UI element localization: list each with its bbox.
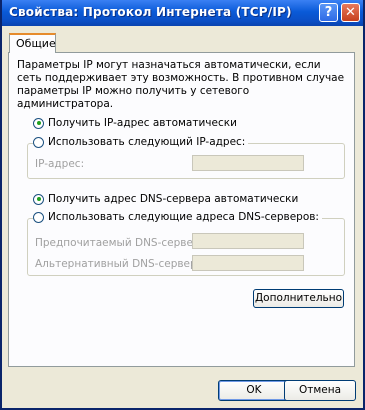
preferred-dns-label: Предпочитаемый DNS-сервер:: [35, 237, 204, 249]
ok-button[interactable]: OK: [218, 380, 290, 401]
radio-dns-auto-label: Получить адрес DNS-сервера автоматически: [48, 193, 299, 205]
cancel-button[interactable]: Отмена: [284, 380, 356, 401]
advanced-button[interactable]: Дополнительно: [253, 289, 344, 308]
description-text: Параметры IP могут назначаться автоматич…: [17, 59, 345, 110]
radio-ip-manual-label: Использовать следующий IP-адрес:: [48, 136, 246, 148]
help-icon: ?: [324, 5, 333, 20]
alternate-dns-label: Альтернативный DNS-сервер:: [35, 258, 201, 270]
help-button[interactable]: ?: [319, 3, 338, 22]
radio-dns-auto[interactable]: Получить адрес DNS-сервера автоматически: [33, 193, 298, 205]
alternate-dns-field: [192, 255, 304, 271]
ip-address-field: [192, 155, 304, 171]
radio-ip-auto-label: Получить IP-адрес автоматически: [48, 117, 237, 129]
radio-ip-auto[interactable]: Получить IP-адрес автоматически: [33, 117, 237, 129]
window-title: Свойства: Протокол Интернета (TCP/IP): [9, 5, 292, 19]
radio-ip-manual-indicator[interactable]: [33, 136, 44, 148]
tab-general[interactable]: Общие: [9, 33, 56, 53]
radio-dns-manual[interactable]: Использовать следующие адреса DNS-сервер…: [33, 211, 322, 223]
radio-dns-manual-label: Использовать следующие адреса DNS-сервер…: [48, 211, 319, 223]
close-button[interactable]: ✕: [341, 3, 360, 22]
radio-dns-manual-indicator[interactable]: [33, 211, 44, 223]
preferred-dns-field: [192, 233, 304, 249]
close-icon: ✕: [345, 5, 356, 20]
ip-address-label: IP-адрес:: [35, 158, 85, 170]
radio-ip-auto-indicator[interactable]: [33, 117, 44, 129]
title-bar[interactable]: Свойства: Протокол Интернета (TCP/IP) ? …: [2, 0, 363, 26]
radio-ip-manual[interactable]: Использовать следующий IP-адрес:: [33, 136, 249, 148]
radio-dns-auto-indicator[interactable]: [33, 193, 44, 205]
